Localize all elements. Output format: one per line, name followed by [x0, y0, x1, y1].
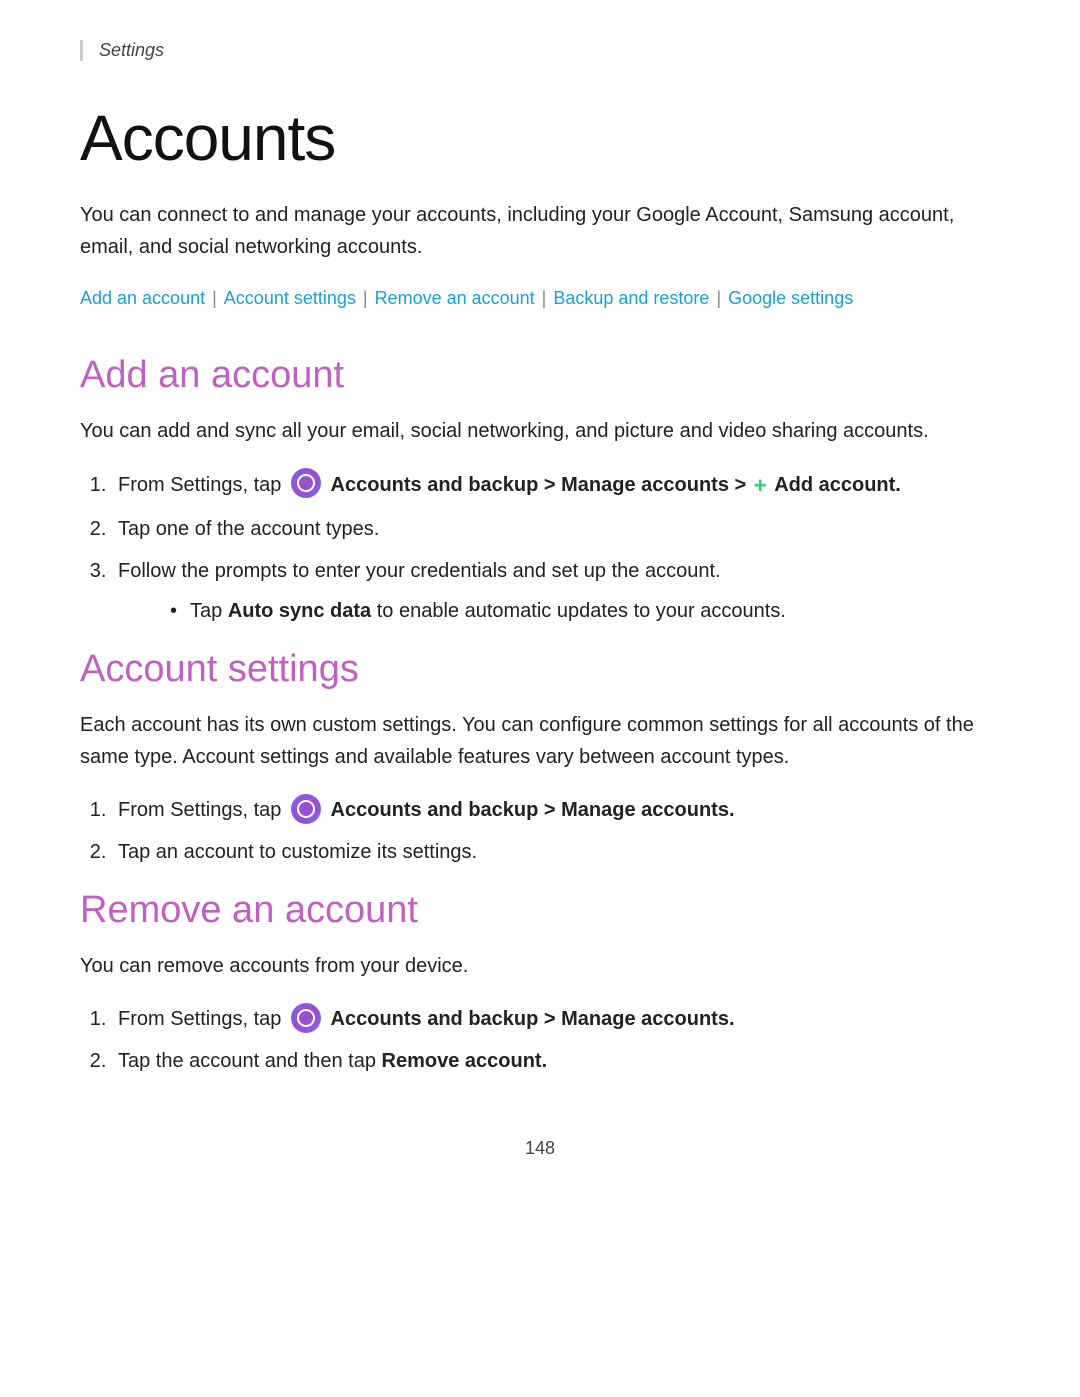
add-account-step-1: From Settings, tap Accounts and backup >… [112, 467, 1000, 504]
settings-icon-3 [291, 1003, 321, 1033]
ra-step1-text-bold: Accounts and backup > Manage accounts. [331, 1008, 735, 1030]
add-account-step-2: Tap one of the account types. [112, 512, 1000, 546]
account-settings-steps: From Settings, tap Accounts and backup >… [112, 793, 1000, 869]
step3-text: Follow the prompts to enter your credent… [118, 560, 721, 582]
page-number: 148 [80, 1138, 1000, 1159]
add-account-step-3: Follow the prompts to enter your credent… [112, 554, 1000, 628]
step1-text-bold2: Add account. [774, 474, 901, 496]
step2-text: Tap one of the account types. [118, 518, 379, 540]
as-step1-text-bold: Accounts and backup > Manage accounts. [331, 799, 735, 821]
plus-icon: + [754, 467, 767, 504]
add-account-steps: From Settings, tap Accounts and backup >… [112, 467, 1000, 628]
account-settings-step-1: From Settings, tap Accounts and backup >… [112, 793, 1000, 827]
section-title-remove-account: Remove an account [80, 889, 1000, 932]
section-desc-add-account: You can add and sync all your email, soc… [80, 415, 1000, 447]
as-step2-text: Tap an account to customize its settings… [118, 841, 477, 863]
breadcrumb-label: Settings [99, 40, 164, 60]
link-backup-restore[interactable]: Backup and restore [553, 288, 709, 308]
links-bar: Add an account | Account settings | Remo… [80, 283, 1000, 314]
step1-text-before: From Settings, tap [118, 474, 287, 496]
section-title-add-account: Add an account [80, 354, 1000, 397]
section-remove-account: Remove an account You can remove account… [80, 889, 1000, 1078]
settings-icon-1 [291, 468, 321, 498]
page-container: Settings Accounts You can connect to and… [0, 0, 1080, 1397]
as-step1-text-before: From Settings, tap [118, 799, 287, 821]
sep-2: | [358, 288, 373, 308]
step3-bullet-1: Tap Auto sync data to enable automatic u… [170, 594, 1000, 628]
section-add-account: Add an account You can add and sync all … [80, 354, 1000, 628]
ra-step2-text-before: Tap the account and then tap [118, 1050, 382, 1072]
step1-text-bold: Accounts and backup > Manage accounts > [331, 474, 752, 496]
link-add-account[interactable]: Add an account [80, 288, 205, 308]
link-google-settings[interactable]: Google settings [728, 288, 853, 308]
step3-bullets: Tap Auto sync data to enable automatic u… [170, 594, 1000, 628]
sep-1: | [207, 288, 222, 308]
section-account-settings: Account settings Each account has its ow… [80, 648, 1000, 869]
link-account-settings[interactable]: Account settings [224, 288, 356, 308]
page-title: Accounts [80, 101, 1000, 175]
sep-3: | [537, 288, 552, 308]
remove-account-step-1: From Settings, tap Accounts and backup >… [112, 1002, 1000, 1036]
section-title-account-settings: Account settings [80, 648, 1000, 691]
ra-step1-text-before: From Settings, tap [118, 1008, 287, 1030]
link-remove-account[interactable]: Remove an account [375, 288, 535, 308]
section-desc-remove-account: You can remove accounts from your device… [80, 950, 1000, 982]
ra-step2-text-bold: Remove account. [382, 1050, 548, 1072]
section-desc-account-settings: Each account has its own custom settings… [80, 709, 1000, 773]
breadcrumb: Settings [80, 40, 1000, 61]
account-settings-step-2: Tap an account to customize its settings… [112, 835, 1000, 869]
settings-icon-2 [291, 794, 321, 824]
remove-account-step-2: Tap the account and then tap Remove acco… [112, 1044, 1000, 1078]
auto-sync-bold: Auto sync data [228, 600, 371, 622]
intro-text: You can connect to and manage your accou… [80, 199, 1000, 263]
remove-account-steps: From Settings, tap Accounts and backup >… [112, 1002, 1000, 1078]
sep-4: | [711, 288, 726, 308]
